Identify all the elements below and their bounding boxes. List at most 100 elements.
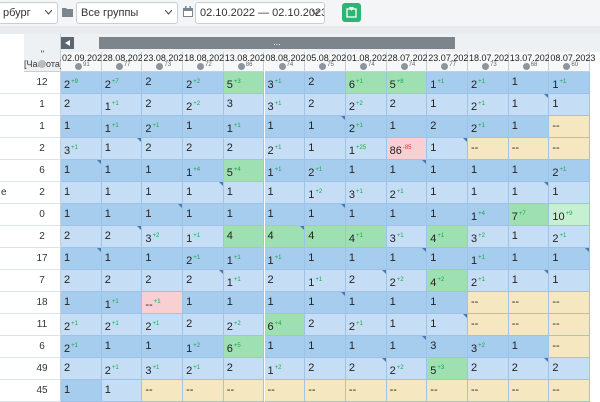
position-cell[interactable]: 3+1: [264, 94, 306, 116]
position-cell[interactable]: 1: [305, 204, 346, 226]
keyword-cell[interactable]: [0, 248, 24, 270]
position-cell[interactable]: 1+1: [264, 248, 306, 270]
position-cell[interactable]: 1: [345, 292, 387, 314]
position-cell[interactable]: 1: [386, 160, 428, 182]
position-cell[interactable]: --: [468, 380, 509, 402]
position-cell[interactable]: 1: [101, 138, 143, 160]
position-cell[interactable]: 1: [508, 270, 550, 292]
position-cell[interactable]: 1: [183, 182, 224, 204]
frequency-header[interactable]: "[Частота]": [24, 34, 66, 72]
date-column-header[interactable]: 28.07.2023 74: [386, 52, 433, 72]
position-cell[interactable]: 3+2: [468, 336, 509, 358]
position-cell[interactable]: 1+1: [101, 94, 143, 116]
position-cell[interactable]: 1: [101, 336, 143, 358]
position-cell[interactable]: 2: [142, 72, 184, 94]
position-cell[interactable]: --: [183, 380, 224, 402]
position-cell[interactable]: 2+1: [468, 94, 509, 116]
position-cell[interactable]: 4: [264, 226, 306, 248]
date-column-header[interactable]: 28.08.2023 77: [101, 52, 148, 72]
position-cell[interactable]: 1: [549, 248, 591, 270]
date-column-header[interactable]: 18.07.2023 73: [468, 52, 514, 72]
position-cell[interactable]: 1: [142, 182, 184, 204]
position-cell[interactable]: 1: [61, 380, 102, 402]
position-cell[interactable]: 1+1: [101, 292, 143, 314]
position-cell[interactable]: 1: [549, 94, 591, 116]
date-column-header[interactable]: 23.07.2023 77: [427, 52, 473, 72]
position-cell[interactable]: 2: [223, 358, 265, 380]
date-column-header[interactable]: 08.07.2023 60: [549, 52, 595, 72]
position-cell[interactable]: 2+1: [183, 248, 224, 270]
position-cell[interactable]: 2: [427, 116, 468, 138]
position-cell[interactable]: --: [508, 314, 550, 336]
position-cell[interactable]: --: [549, 314, 591, 336]
position-cell[interactable]: 2+1: [142, 314, 184, 336]
keyword-cell[interactable]: е: [0, 182, 24, 204]
position-cell[interactable]: 2: [101, 270, 143, 292]
position-cell[interactable]: 1: [508, 248, 550, 270]
position-cell[interactable]: 2+1: [61, 336, 102, 358]
position-cell[interactable]: 1+1: [101, 116, 143, 138]
position-cell[interactable]: 2: [468, 358, 509, 380]
position-cell[interactable]: 1: [345, 160, 387, 182]
position-cell[interactable]: 3+1: [142, 358, 184, 380]
position-cell[interactable]: 1: [427, 292, 468, 314]
position-cell[interactable]: --: [264, 380, 306, 402]
position-cell[interactable]: --: [508, 380, 550, 402]
position-cell[interactable]: 2+7: [101, 72, 143, 94]
position-cell[interactable]: 6+4: [264, 314, 306, 336]
position-cell[interactable]: 3+2: [468, 226, 509, 248]
position-cell[interactable]: 1: [61, 182, 102, 204]
position-cell[interactable]: 1: [101, 380, 143, 402]
position-cell[interactable]: 1: [345, 336, 387, 358]
position-cell[interactable]: 6+1: [345, 72, 387, 94]
position-cell[interactable]: 2: [305, 72, 346, 94]
position-cell[interactable]: 2+2: [183, 94, 224, 116]
keyword-cell[interactable]: [0, 160, 24, 182]
position-cell[interactable]: 2+1: [345, 116, 387, 138]
position-cell[interactable]: 1+25: [345, 138, 387, 160]
position-cell[interactable]: --: [305, 380, 346, 402]
position-cell[interactable]: 4+2: [427, 270, 468, 292]
position-cell[interactable]: 6+5: [223, 336, 265, 358]
date-column-header[interactable]: 01.08.2023 74: [345, 52, 392, 72]
position-cell[interactable]: 2: [183, 314, 224, 336]
date-range-select[interactable]: 02.10.2022 — 02.10.2023: [195, 2, 325, 24]
keyword-cell[interactable]: [0, 116, 24, 138]
date-column-header[interactable]: 23.08.2023 73: [142, 52, 188, 72]
position-cell[interactable]: 1+4: [468, 204, 509, 226]
keyword-cell[interactable]: [0, 138, 24, 160]
position-cell[interactable]: --: [549, 292, 591, 314]
position-cell[interactable]: 2+1: [549, 160, 591, 182]
position-cell[interactable]: 2+1: [305, 160, 346, 182]
position-cell[interactable]: 5+3: [427, 358, 468, 380]
position-cell[interactable]: 2: [61, 226, 102, 248]
position-cell[interactable]: 1: [427, 182, 468, 204]
position-cell[interactable]: 1+1: [427, 72, 468, 94]
position-cell[interactable]: 2+1: [101, 358, 143, 380]
keyword-cell[interactable]: [0, 336, 24, 358]
keyword-cell[interactable]: [0, 226, 24, 248]
position-cell[interactable]: 5+8: [386, 72, 428, 94]
position-cell[interactable]: 2: [305, 358, 346, 380]
position-cell[interactable]: 2: [345, 270, 387, 292]
date-column-header[interactable]: 13.08.2023 86: [223, 52, 270, 72]
position-cell[interactable]: 2+1: [142, 116, 184, 138]
position-cell[interactable]: 1: [183, 204, 224, 226]
keyword-cell[interactable]: [0, 292, 24, 314]
position-cell[interactable]: 1: [223, 182, 265, 204]
position-cell[interactable]: 1: [101, 160, 143, 182]
date-column-header[interactable]: 13.07.2023 68: [508, 52, 555, 72]
position-cell[interactable]: 1: [508, 182, 550, 204]
date-column-header[interactable]: 18.08.2023 72: [183, 52, 229, 72]
position-cell[interactable]: 1: [305, 138, 346, 160]
position-cell[interactable]: 1: [508, 94, 550, 116]
position-cell[interactable]: 1: [427, 204, 468, 226]
position-cell[interactable]: 2: [305, 314, 346, 336]
position-cell[interactable]: 1: [264, 204, 306, 226]
position-cell[interactable]: --: [468, 138, 509, 160]
position-cell[interactable]: 1: [427, 94, 468, 116]
keyword-cell[interactable]: [0, 72, 24, 94]
position-cell[interactable]: 2: [183, 138, 224, 160]
position-cell[interactable]: --+1: [142, 292, 184, 314]
position-cell[interactable]: 2+1: [61, 314, 102, 336]
